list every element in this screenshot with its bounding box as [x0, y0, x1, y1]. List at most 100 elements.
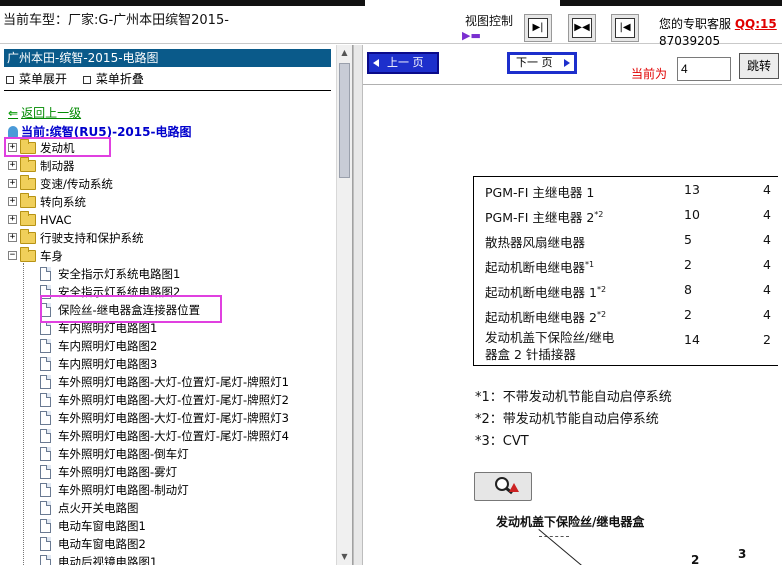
current-model-text: 当前车型：厂家:G-广州本田缤智2015- [3, 13, 229, 28]
zoom-diagram-button[interactable] [474, 472, 532, 501]
prev-page-button[interactable]: 上一 页 [367, 52, 439, 74]
tree-item-label: 车外照明灯电路图-大灯-位置灯-尾灯-牌照灯3 [58, 411, 289, 425]
table-row: 发动机盖下保险丝/继电 器盒 2 针插接器 14 2 [474, 327, 778, 365]
expand-icon[interactable]: + [8, 161, 17, 170]
tree-item-label: 车外照明灯电路图-大灯-位置灯-尾灯-牌照灯2 [58, 393, 289, 407]
diagram-title: 发动机盖下保险丝/继电器盒 [496, 515, 645, 529]
expand-all-button[interactable]: 菜单展开 [6, 72, 67, 86]
tree-folder-label: 变速/传动系统 [40, 177, 113, 191]
table-cell-pins: 4 [763, 182, 771, 197]
top-strip-left [0, 0, 365, 6]
next-page-button[interactable]: 下一 页 [507, 52, 577, 74]
back-link-label: 返回上一级 [21, 106, 82, 120]
document-icon [40, 321, 51, 335]
expand-icon[interactable]: + [8, 197, 17, 206]
document-icon [40, 519, 51, 533]
sidebar: 广州本田-缤智-2015-电路图 菜单展开 菜单折叠 ⇐ 返回上一级 当前:缤智(… [0, 45, 353, 565]
split-view-icon: ▶◀ [572, 18, 592, 38]
table-cell-name: 发动机盖下保险丝/继电 器盒 2 针插接器 [485, 329, 614, 363]
expand-icon[interactable]: + [8, 179, 17, 188]
document-icon [40, 357, 51, 371]
support-qq-link[interactable]: QQ:15 [735, 17, 777, 31]
row-name-text: PGM-FI 主继电器 2 [485, 210, 595, 225]
table-cell-pins: 4 [763, 257, 771, 272]
row-footnote: *1 [585, 260, 595, 269]
support-label: 您的专职客服 [659, 17, 732, 31]
table-cell-terminal: 13 [684, 182, 700, 197]
document-icon [40, 501, 51, 515]
collapse-all-label: 菜单折叠 [95, 72, 144, 86]
viewer-panel: 上一 页 下一 页 当前为 跳转 PGM-FI 主继电器 1 13 4 PGM-… [363, 45, 782, 565]
scroll-down-icon[interactable]: ▼ [339, 551, 350, 563]
tree-item-label: 车外照明灯电路图-倒车灯 [58, 447, 189, 461]
current-page-label: 当前为 [631, 67, 668, 81]
tree-item-label: 车内照明灯电路图2 [58, 339, 158, 353]
table-row: 起动机断电继电器 1*2 8 4 [474, 277, 778, 302]
document-icon [40, 555, 51, 565]
footnote-3: *3：CVT [475, 434, 529, 449]
collapse-icon[interactable]: − [8, 251, 17, 260]
view-split-button[interactable]: ▶◀ [568, 14, 596, 42]
table-cell-terminal: 2 [684, 257, 692, 272]
document-icon [40, 411, 51, 425]
row-name-line2: 器盒 2 针插接器 [485, 347, 576, 362]
collapse-all-button[interactable]: 菜单折叠 [82, 72, 144, 86]
document-icon [40, 483, 51, 497]
tree-item-label: 点火开关电路图 [58, 501, 139, 515]
folder-icon [20, 139, 36, 154]
footnote-1: *1：不带发动机节能自动启停系统 [475, 390, 672, 405]
tree-item-label: 电动后视镜电路图1 [58, 555, 158, 565]
view-control-icon: ▶▬ [462, 29, 481, 42]
diagram-callout: 3 [738, 547, 747, 561]
view-collapse-left-button[interactable]: ▶| [524, 14, 552, 42]
row-name-text: 起动机断电继电器 [485, 260, 586, 275]
row-footnote: *2 [596, 310, 607, 319]
sidebar-scrollbar[interactable]: ▲ ▼ [336, 45, 352, 565]
expand-icon[interactable]: + [8, 233, 17, 242]
document-icon [40, 267, 51, 281]
current-location: 当前:缤智(RU5)-2015-电路图 [8, 123, 191, 140]
collapse-all-icon [82, 76, 91, 84]
top-bar: 当前车型：厂家:G-广州本田缤智2015- 视图控制 ▶▬ ▶| ▶◀ |◀ 您… [0, 0, 782, 48]
expand-icon[interactable]: + [8, 215, 17, 224]
viewer-toolbar: 上一 页 下一 页 当前为 跳转 [363, 45, 782, 85]
table-row: PGM-FI 主继电器 2*2 10 4 [474, 202, 778, 227]
view-control-label: 视图控制 [465, 14, 514, 28]
view-collapse-right-button[interactable]: |◀ [611, 14, 639, 42]
table-cell-pins: 4 [763, 207, 771, 222]
row-name-line1: 发动机盖下保险丝/继电 [485, 330, 615, 345]
expand-icon[interactable]: + [8, 143, 17, 152]
table-cell-pins: 4 [763, 282, 771, 297]
top-strip-right [560, 0, 782, 6]
folder-icon [20, 193, 36, 208]
sidebar-title: 广州本田-缤智-2015-电路图 [4, 49, 331, 67]
document-icon [40, 537, 51, 551]
tree-guide-line [23, 263, 24, 565]
scroll-up-icon[interactable]: ▲ [339, 47, 350, 59]
tree-folder-label: 行驶支持和保护系统 [40, 231, 144, 245]
tree-item-label: 保险丝-继电器盒连接器位置 [58, 303, 201, 317]
next-page-label: 下一 页 [516, 56, 553, 69]
page-number-input[interactable] [677, 57, 731, 81]
tree-item-label: 车内照明灯电路图1 [58, 321, 158, 335]
tree-item-label: 车外照明灯电路图-大灯-位置灯-尾灯-牌照灯4 [58, 429, 289, 443]
folder-icon [20, 157, 36, 172]
prev-page-label: 上一 页 [387, 56, 424, 69]
table-cell-name: 起动机断电继电器 1*2 [485, 282, 606, 301]
goto-page-button[interactable]: 跳转 [739, 53, 779, 79]
row-name-text: 起动机断电继电器 1 [485, 285, 597, 300]
document-icon [40, 303, 51, 317]
row-name-text: PGM-FI 主继电器 1 [485, 185, 595, 200]
tree-folder-label: 发动机 [40, 141, 75, 155]
folder-icon [20, 247, 36, 262]
table-cell-pins: 4 [763, 307, 771, 322]
table-row: PGM-FI 主继电器 1 13 4 [474, 177, 778, 202]
diagram-leader-line [538, 529, 585, 565]
pane-splitter[interactable] [353, 45, 363, 565]
expand-all-label: 菜单展开 [19, 72, 68, 86]
back-link[interactable]: ⇐ 返回上一级 [8, 104, 81, 121]
tree-item-label: 车内照明灯电路图3 [58, 357, 158, 371]
scrollbar-thumb[interactable] [339, 63, 350, 178]
table-cell-terminal: 10 [684, 207, 700, 222]
folder-icon [20, 229, 36, 244]
